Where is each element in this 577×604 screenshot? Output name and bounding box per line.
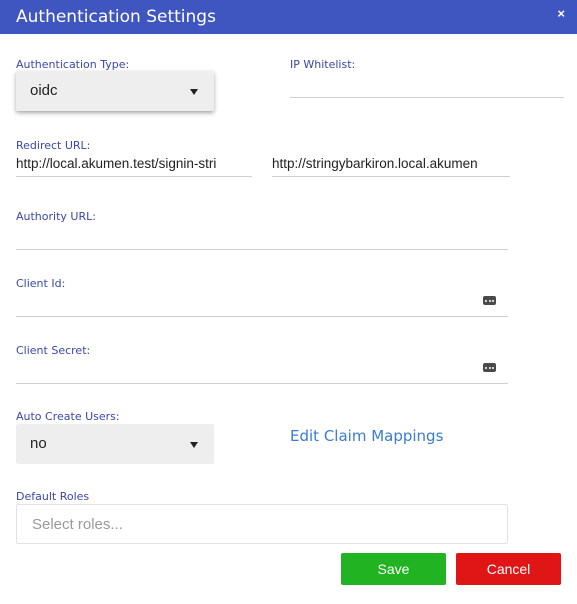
authority-url-label: Authority URL: [16,210,96,223]
authority-url-input[interactable] [16,227,508,250]
password-dots-icon[interactable] [483,363,496,372]
auth-type-label: Authentication Type: [16,58,130,71]
redirect-url-value: http://local.akumen.test/signin-stri [16,156,217,171]
auto-create-label: Auto Create Users: [16,410,120,423]
client-id-label: Client Id: [16,277,66,290]
save-button[interactable]: Save [341,553,446,585]
dialog-titlebar: Authentication Settings × [0,0,577,34]
client-secret-label: Client Secret: [16,344,91,357]
redirect-url-input-2[interactable]: http://stringybarkiron.local.akumen [272,154,510,177]
client-id-input[interactable] [16,294,508,317]
close-icon[interactable]: × [557,6,565,21]
auto-create-value: no [30,435,47,452]
ip-whitelist-label: IP Whitelist: [290,58,356,71]
client-secret-input[interactable] [16,361,508,384]
redirect-url-value-2: http://stringybarkiron.local.akumen [272,156,478,171]
cancel-button[interactable]: Cancel [456,553,561,585]
redirect-url-label: Redirect URL: [16,139,91,152]
default-roles-select[interactable]: Select roles... [16,504,508,544]
chevron-down-icon [190,442,198,448]
chevron-down-icon [190,89,198,95]
default-roles-label: Default Roles [16,490,90,503]
auth-type-select[interactable]: oidc [16,71,214,111]
edit-claim-mappings-link[interactable]: Edit Claim Mappings [290,427,443,445]
ip-whitelist-input[interactable] [290,75,564,98]
dialog-title: Authentication Settings [16,7,216,27]
auto-create-select[interactable]: no [16,424,214,464]
redirect-url-input[interactable]: http://local.akumen.test/signin-stri [16,154,252,177]
default-roles-placeholder: Select roles... [32,516,123,533]
auth-type-value: oidc [30,82,58,99]
password-dots-icon[interactable] [483,296,496,305]
